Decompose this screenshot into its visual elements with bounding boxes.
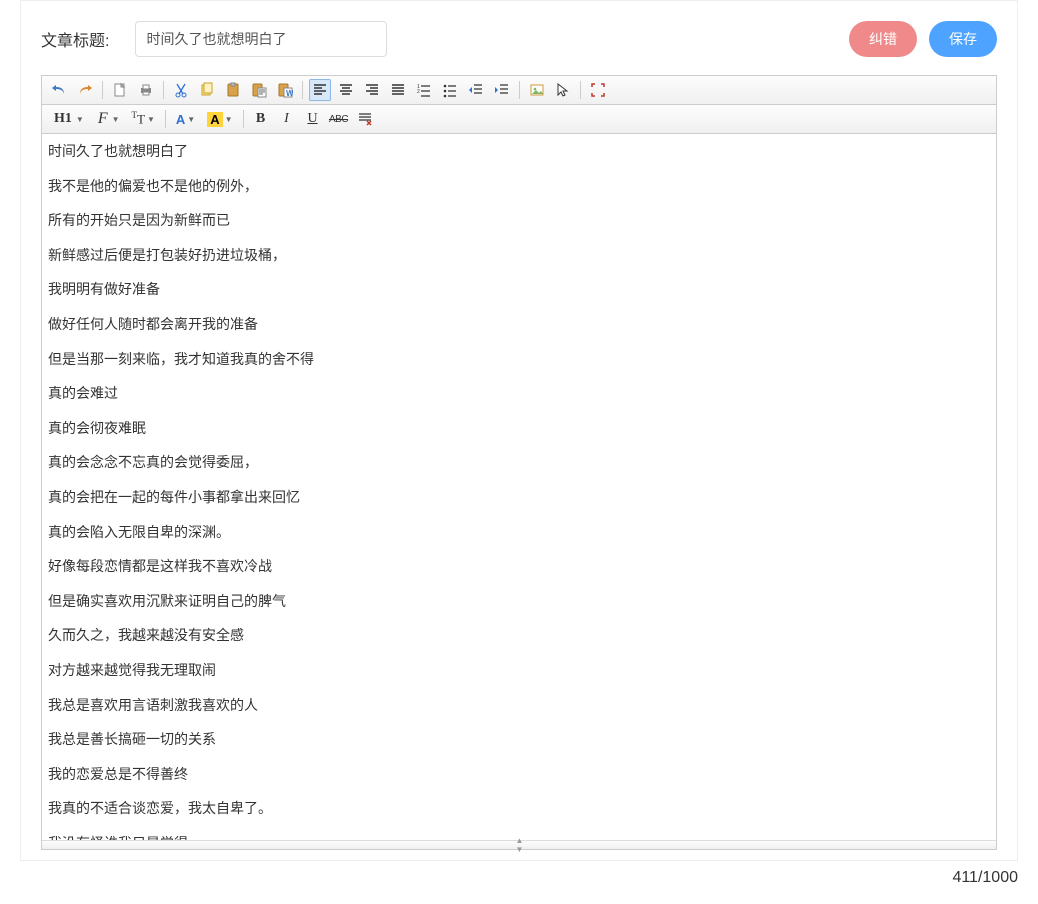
paragraph[interactable]: 真的会彻夜难眠	[48, 419, 990, 439]
article-title-input[interactable]	[135, 21, 387, 57]
svg-text:W: W	[286, 89, 293, 98]
paragraph[interactable]: 真的会陷入无限自卑的深渊。	[48, 523, 990, 543]
paragraph[interactable]: 久而久之，我越来越没有安全感	[48, 626, 990, 646]
undo-icon[interactable]	[48, 79, 70, 101]
bold-button[interactable]: B	[250, 108, 272, 130]
svg-text:2: 2	[417, 89, 420, 95]
highlight-color-dropdown[interactable]: A▼	[205, 109, 234, 129]
paragraph[interactable]: 时间久了也就想明白了	[48, 142, 990, 162]
strikethrough-button[interactable]: ABC	[328, 108, 350, 130]
paragraph[interactable]: 我总是喜欢用言语刺激我喜欢的人	[48, 696, 990, 716]
paragraph[interactable]: 做好任何人随时都会离开我的准备	[48, 315, 990, 335]
paragraph[interactable]: 对方越来越觉得我无理取闹	[48, 661, 990, 681]
paragraph[interactable]: 但是确实喜欢用沉默来证明自己的脾气	[48, 592, 990, 612]
copy-icon[interactable]	[196, 79, 218, 101]
title-label: 文章标题:	[41, 27, 109, 51]
align-center-icon[interactable]	[335, 79, 357, 101]
print-icon[interactable]	[135, 79, 157, 101]
toolbar-row-2: H1▼ F▼ TT▼ A▼ A▼ B I U ABC	[42, 105, 996, 134]
paragraph[interactable]: 所有的开始只是因为新鲜而已	[48, 211, 990, 231]
paragraph[interactable]: 但是当那一刻来临，我才知道我真的舍不得	[48, 350, 990, 370]
fullscreen-icon[interactable]	[587, 79, 609, 101]
insert-image-icon[interactable]	[526, 79, 548, 101]
paste-text-icon[interactable]	[248, 79, 270, 101]
clear-format-icon[interactable]	[354, 108, 376, 130]
title-row: 文章标题: 纠错 保存	[41, 21, 997, 57]
resize-handle[interactable]: ▲▼	[42, 840, 996, 849]
char-count-max: 1000	[982, 869, 1018, 886]
paragraph[interactable]: 我明明有做好准备	[48, 280, 990, 300]
paragraph[interactable]: 我真的不适合谈恋爱，我太自卑了。	[48, 799, 990, 819]
paragraph[interactable]: 新鲜感过后便是打包装好扔进垃圾桶，	[48, 246, 990, 266]
paste-special-icon[interactable]: W	[274, 79, 296, 101]
grip-icon: ▲▼	[516, 836, 523, 854]
paragraph[interactable]: 我的恋爱总是不得善终	[48, 765, 990, 785]
indent-icon[interactable]	[491, 79, 513, 101]
paragraph[interactable]: 真的会难过	[48, 384, 990, 404]
paragraph[interactable]: 我总是善长搞砸一切的关系	[48, 730, 990, 750]
italic-button[interactable]: I	[276, 108, 298, 130]
new-doc-icon[interactable]	[109, 79, 131, 101]
rich-text-editor: W 12 H1▼ F▼ TT▼	[41, 75, 997, 850]
ordered-list-icon[interactable]: 12	[413, 79, 435, 101]
heading-dropdown[interactable]: H1▼	[50, 109, 86, 129]
correct-button[interactable]: 纠错	[849, 21, 917, 57]
underline-button[interactable]: U	[302, 108, 324, 130]
editor-card: 文章标题: 纠错 保存 W	[20, 0, 1018, 861]
font-family-dropdown[interactable]: F▼	[94, 109, 122, 129]
unordered-list-icon[interactable]	[439, 79, 461, 101]
toolbar-row-1: W 12	[42, 76, 996, 105]
char-count-current: 411	[952, 869, 978, 886]
align-left-icon[interactable]	[309, 79, 331, 101]
redo-icon[interactable]	[74, 79, 96, 101]
paste-icon[interactable]	[222, 79, 244, 101]
align-justify-icon[interactable]	[387, 79, 409, 101]
align-right-icon[interactable]	[361, 79, 383, 101]
cut-icon[interactable]	[170, 79, 192, 101]
font-size-dropdown[interactable]: TT▼	[130, 109, 157, 129]
select-element-icon[interactable]	[552, 79, 574, 101]
paragraph[interactable]: 我不是他的偏爱也不是他的例外，	[48, 177, 990, 197]
save-button[interactable]: 保存	[929, 21, 997, 57]
editor-content[interactable]: 时间久了也就想明白了我不是他的偏爱也不是他的例外， 所有的开始只是因为新鲜而已新鲜…	[42, 134, 996, 840]
paragraph[interactable]: 好像每段恋情都是这样我不喜欢冷战	[48, 557, 990, 577]
outdent-icon[interactable]	[465, 79, 487, 101]
paragraph[interactable]: 真的会把在一起的每件小事都拿出来回忆	[48, 488, 990, 508]
paragraph[interactable]: 真的会念念不忘真的会觉得委屈，	[48, 453, 990, 473]
text-color-dropdown[interactable]: A▼	[174, 109, 197, 129]
char-counter: 411/1000	[0, 861, 1038, 903]
